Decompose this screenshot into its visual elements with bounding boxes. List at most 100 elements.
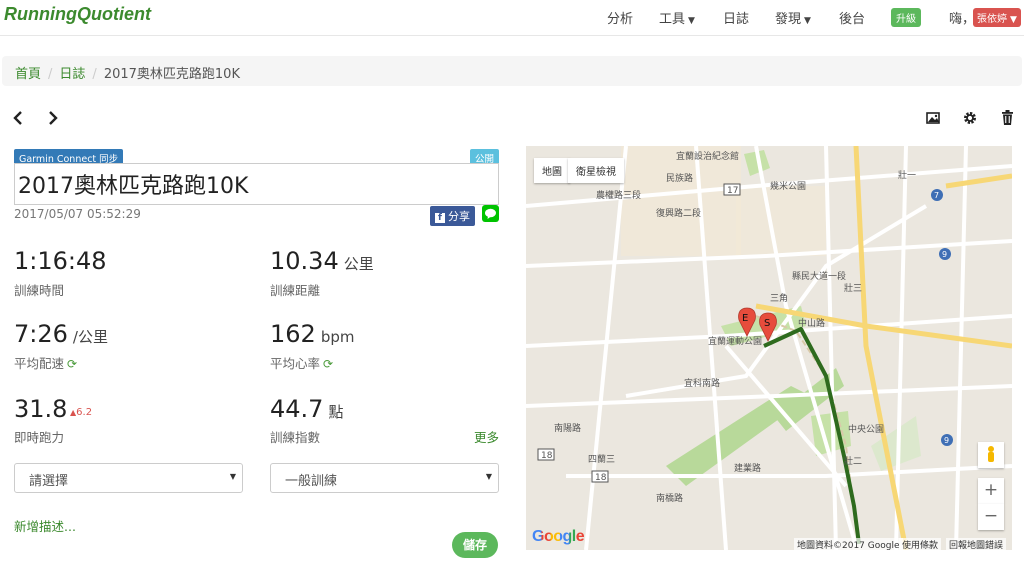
breadcrumb: 首頁 / 日誌 / 2017奧林匹克路跑10K — [2, 56, 1022, 86]
pegman-icon[interactable] — [978, 442, 1004, 468]
sync-icon[interactable]: ⟳ — [67, 357, 77, 371]
map-label: 復興路二段 — [656, 207, 701, 219]
training-type-select[interactable]: 一般訓練 ▼ — [270, 463, 499, 493]
gear-icon[interactable] — [963, 110, 977, 129]
points-value: 44.7 點 — [270, 395, 343, 423]
points-unit: 點 — [328, 403, 344, 421]
user-name: 張依婷 — [977, 14, 1007, 25]
navbar: RunningQuotient 分析 工具 ▼ 日誌 發現 ▼ 後台 升級 嗨， 張… — [0, 0, 1024, 36]
breadcrumb-separator: / — [48, 67, 53, 82]
heart-rate-label: 平均心率 ⟳ — [270, 353, 333, 372]
brand-logo[interactable]: RunningQuotient — [4, 4, 151, 25]
map-canvas: 宜蘭設治紀念館 幾米公園 壯一 壯三 三角 宜蘭運動公園 中央公園 壯二 四蘭三… — [526, 146, 1012, 550]
route-shield-label: 18 — [595, 473, 607, 483]
fitness-delta: ▲6.2 — [70, 407, 92, 418]
facebook-share-button[interactable]: f 分享 — [430, 206, 475, 226]
activity-datetime: 2017/05/07 05:52:29 — [14, 207, 141, 221]
marker-start-label: S — [764, 318, 770, 329]
caret-down-icon: ▼ — [1010, 15, 1017, 25]
breadcrumb-journal[interactable]: 日誌 — [59, 67, 85, 82]
map-terms-link[interactable]: 使用條款 — [899, 538, 942, 550]
prev-arrow-icon[interactable] — [13, 111, 23, 129]
map-label: 宜蘭運動公園 — [708, 335, 762, 347]
map-label: 壯二 — [844, 455, 862, 467]
category-select-value: 請選擇 — [29, 474, 69, 489]
route-shield-label: 18 — [541, 451, 553, 461]
share-label: 分享 — [448, 210, 470, 223]
nav-item-discover[interactable]: 發現 ▼ — [775, 8, 811, 27]
map-type-map-button[interactable]: 地圖 — [534, 158, 570, 183]
map-label: 中央公園 — [848, 423, 884, 435]
map-type-satellite-button[interactable]: 衛星檢視 — [568, 158, 624, 183]
fitness-delta-value: 6.2 — [76, 407, 93, 418]
nav-item-discover-label: 發現 — [775, 12, 802, 27]
breadcrumb-current: 2017奧林匹克路跑10K — [103, 67, 240, 82]
category-select[interactable]: 請選擇 ▼ — [14, 463, 243, 493]
pace-number: 7:26 — [14, 320, 68, 348]
route-shield-label: 17 — [727, 186, 738, 196]
pace-label-text: 平均配速 — [14, 356, 65, 371]
route-shield-label: 9 — [944, 436, 949, 445]
caret-down-icon: ▼ — [804, 16, 811, 26]
map-report-link[interactable]: 回報地圖錯誤 — [946, 538, 1007, 550]
route-shield-label: 7 — [934, 191, 939, 200]
route-map[interactable]: 宜蘭設治紀念館 幾米公園 壯一 壯三 三角 宜蘭運動公園 中央公園 壯二 四蘭三… — [526, 146, 1012, 550]
duration-value: 1:16:48 — [14, 247, 107, 275]
pace-value: 7:26/公里 — [14, 320, 108, 348]
map-label: 四蘭三 — [588, 453, 615, 465]
route-shield-label: 9 — [942, 250, 947, 259]
activity-title-input[interactable] — [14, 163, 499, 205]
map-label: 民族路 — [666, 172, 693, 184]
map-label: 宜蘭設治紀念館 — [676, 150, 739, 162]
zoom-out-button[interactable]: − — [978, 504, 1004, 530]
training-type-value: 一般訓練 — [285, 474, 338, 489]
save-button[interactable]: 儲存 — [452, 532, 498, 558]
fitness-value: 31.8 — [14, 395, 68, 423]
map-label: 三角 — [770, 292, 788, 304]
map-label: 南橋路 — [656, 492, 683, 504]
map-copyright: 地圖資料©2017 Google — [794, 538, 903, 550]
map-label: 農權路三段 — [596, 189, 641, 201]
breadcrumb-separator: / — [92, 67, 97, 82]
sync-icon[interactable]: ⟳ — [323, 357, 333, 371]
distance-label: 訓練距離 — [270, 283, 321, 298]
map-label: 宜科南路 — [684, 377, 720, 389]
distance-unit: 公里 — [343, 255, 374, 273]
nav-item-admin[interactable]: 後台 — [839, 8, 865, 27]
distance-number: 10.34 — [270, 247, 339, 275]
google-logo-text: Google — [532, 528, 585, 545]
marker-end-label: E — [742, 313, 748, 324]
pace-unit: /公里 — [72, 328, 108, 346]
upgrade-button[interactable]: 升級 — [891, 8, 921, 27]
user-menu[interactable]: 張依婷 ▼ — [973, 8, 1021, 27]
zoom-in-button[interactable]: + — [978, 478, 1004, 504]
points-label: 訓練指數 — [270, 430, 321, 445]
duration-label: 訓練時間 — [14, 283, 65, 298]
caret-down-icon: ▼ — [688, 16, 695, 26]
nav-item-tools[interactable]: 工具 ▼ — [659, 8, 695, 27]
trash-icon[interactable] — [1001, 110, 1014, 129]
greeting-text: 嗨， — [949, 12, 976, 27]
distance-value: 10.34 公里 — [270, 247, 374, 275]
add-description-link[interactable]: 新增描述... — [14, 516, 76, 535]
map-label: 壯一 — [898, 169, 916, 181]
map-label: 南陽路 — [554, 422, 581, 434]
next-arrow-icon[interactable] — [48, 111, 58, 129]
heart-rate-unit: bpm — [320, 328, 355, 346]
map-label: 縣民大道一段 — [792, 270, 846, 282]
heart-rate-value: 162 bpm — [270, 320, 354, 348]
google-logo: Google — [532, 528, 585, 546]
breadcrumb-home[interactable]: 首頁 — [15, 67, 41, 82]
line-icon[interactable] — [482, 205, 499, 222]
nav-item-journal[interactable]: 日誌 — [723, 8, 749, 27]
heart-rate-number: 162 — [270, 320, 316, 348]
image-icon[interactable] — [926, 110, 940, 129]
more-link[interactable]: 更多 — [474, 427, 499, 446]
map-label: 中山路 — [798, 317, 825, 329]
points-number: 44.7 — [270, 395, 324, 423]
nav-item-tools-label: 工具 — [659, 12, 686, 27]
caret-down-icon: ▼ — [229, 472, 236, 481]
nav-item-analysis[interactable]: 分析 — [607, 8, 633, 27]
heart-rate-label-text: 平均心率 — [270, 356, 321, 371]
map-label: 建業路 — [734, 462, 761, 474]
